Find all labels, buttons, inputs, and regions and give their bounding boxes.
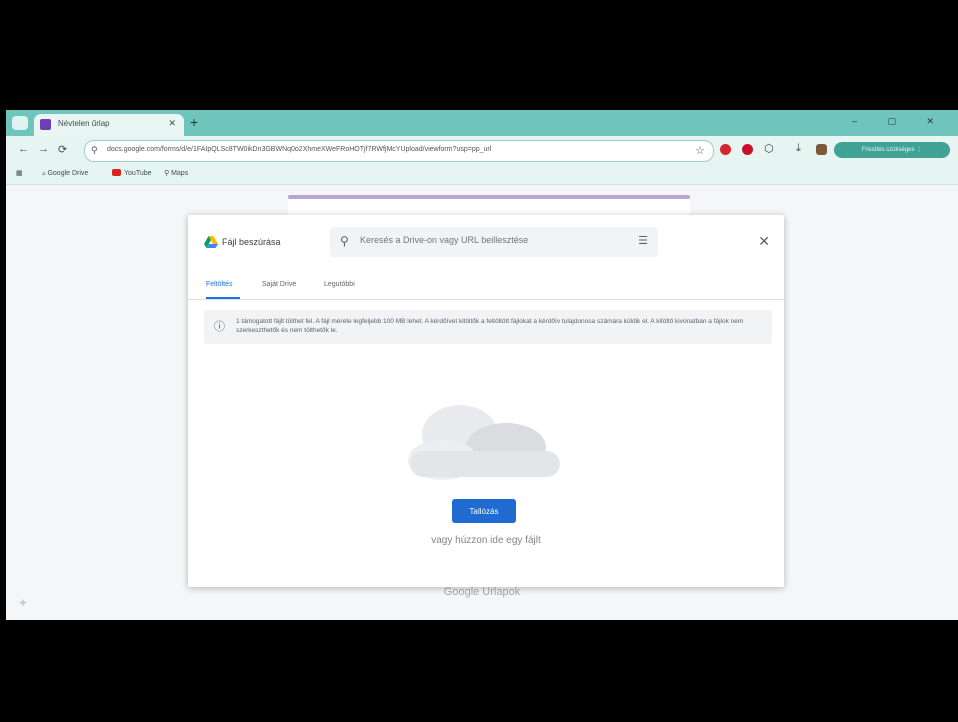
update-button[interactable]: Frissítés szükséges ⋮ xyxy=(834,142,950,158)
apps-icon[interactable]: ▦ xyxy=(16,169,23,177)
bookmark-youtube[interactable]: YouTube xyxy=(112,169,152,177)
download-icon[interactable]: ⤓ xyxy=(796,142,801,155)
bookmark-maps-label: Maps xyxy=(171,170,189,177)
browser-toolbar: ← → ⟳ ⚲ docs.google.com/forms/d/e/1FAIpQ… xyxy=(6,136,958,164)
dialog-title: Fájl beszúrása xyxy=(222,237,281,247)
forward-button[interactable]: → xyxy=(38,143,49,155)
bookmark-star-icon[interactable]: ☆ xyxy=(695,144,705,157)
tab-search-button[interactable] xyxy=(12,116,28,130)
reload-button[interactable]: ⟳ xyxy=(58,143,67,156)
sparkle-icon: ✦ xyxy=(18,596,29,610)
tab-upload[interactable]: Feltöltés xyxy=(206,281,232,288)
tab-my-drive[interactable]: Saját Drive xyxy=(262,281,296,288)
browse-button[interactable]: Tallózás xyxy=(452,499,516,523)
forms-favicon-icon xyxy=(40,119,51,130)
tab-strip: Névtelen űrlap ✕ + – ▢ ✕ xyxy=(6,110,958,136)
bookmark-drive-label: Google Drive xyxy=(47,170,89,177)
extension-opera-icon[interactable] xyxy=(720,144,731,155)
page-footer: Google Űrlapok xyxy=(443,586,521,598)
back-button[interactable]: ← xyxy=(18,143,29,155)
drive-search-input[interactable] xyxy=(360,235,610,245)
bookmark-maps[interactable]: ⚲ Maps xyxy=(164,169,188,177)
insert-file-dialog: Fájl beszúrása ⚲ ☰ ✕ Feltöltés Saját Dri… xyxy=(188,215,784,587)
close-dialog-button[interactable]: ✕ xyxy=(758,233,770,250)
tab-divider xyxy=(188,299,784,300)
new-tab-button[interactable]: + xyxy=(190,115,198,129)
drag-drop-hint: vagy húzzon ide egy fájlt xyxy=(431,535,541,546)
upload-cloud-illustration xyxy=(408,405,560,480)
upload-notice: ⓘ 1 támogatott fájlt tölthet fel. A fájl… xyxy=(204,310,772,344)
tab-close-icon[interactable]: ✕ xyxy=(168,118,176,129)
bookmark-youtube-label: YouTube xyxy=(124,170,152,177)
info-icon: ⓘ xyxy=(214,321,225,333)
profile-avatar[interactable] xyxy=(816,144,827,155)
google-drive-icon xyxy=(204,236,218,248)
browser-tab[interactable]: Névtelen űrlap ✕ xyxy=(34,114,184,136)
notice-text: 1 támogatott fájlt tölthet fel. A fájl m… xyxy=(236,318,744,334)
address-bar[interactable]: ⚲ docs.google.com/forms/d/e/1FAIpQLSc8TW… xyxy=(84,140,714,162)
drive-search-box[interactable]: ⚲ ☰ xyxy=(330,227,658,257)
browser-window: Névtelen űrlap ✕ + – ▢ ✕ ← → ⟳ ⚲ docs.go… xyxy=(6,110,958,620)
youtube-icon xyxy=(112,169,121,176)
tab-recent[interactable]: Legutóbbi xyxy=(324,281,355,288)
window-controls[interactable]: – ▢ ✕ xyxy=(852,116,948,127)
extensions-puzzle-icon[interactable]: ⬡ xyxy=(764,142,774,155)
bookmark-drive[interactable]: ▵ Google Drive xyxy=(42,169,88,177)
bookmarks-bar: ▦ ▵ Google Drive YouTube ⚲ Maps xyxy=(6,164,958,185)
filter-options-icon[interactable]: ☰ xyxy=(638,234,648,247)
search-icon: ⚲ xyxy=(340,234,349,248)
tab-title: Névtelen űrlap xyxy=(58,119,110,128)
address-url: docs.google.com/forms/d/e/1FAIpQLSc8TW0i… xyxy=(107,146,492,153)
extension-adblock-icon[interactable] xyxy=(742,144,753,155)
site-info-icon[interactable]: ⚲ xyxy=(91,145,98,156)
